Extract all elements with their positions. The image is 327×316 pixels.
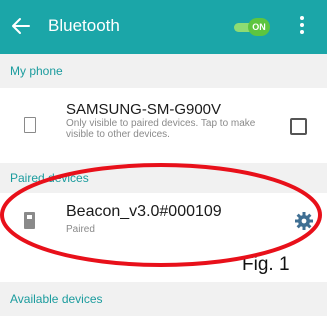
paired-device-row[interactable]: Beacon_v3.0#000109 Paired Fig. 1 (0, 193, 327, 282)
more-options-icon[interactable] (298, 16, 306, 38)
section-header-available: Available devices (0, 282, 327, 316)
section-label: Paired devices (10, 171, 89, 185)
app-bar: Bluetooth ON (0, 0, 327, 54)
device-name: SAMSUNG-SM-G900V (66, 101, 222, 118)
section-header-paired: Paired devices (0, 163, 327, 193)
paired-device-name: Beacon_v3.0#000109 (66, 203, 222, 220)
phone-icon (24, 117, 36, 133)
device-icon (24, 212, 35, 229)
toggle-on-label: ON (248, 18, 270, 36)
section-header-my-phone: My phone (0, 54, 327, 88)
visibility-description: Only visible to paired devices. Tap to m… (66, 118, 256, 140)
back-arrow-icon[interactable] (10, 13, 32, 39)
paired-status: Paired (66, 224, 95, 235)
page-title: Bluetooth (48, 16, 120, 35)
section-label: My phone (10, 64, 63, 78)
bluetooth-toggle[interactable]: ON (234, 18, 270, 36)
visibility-checkbox[interactable] (290, 118, 307, 135)
figure-label: Fig. 1 (242, 254, 290, 275)
my-phone-row[interactable]: SAMSUNG-SM-G900V Only visible to paired … (0, 88, 327, 163)
gear-icon[interactable] (294, 211, 314, 231)
section-label: Available devices (10, 292, 103, 306)
